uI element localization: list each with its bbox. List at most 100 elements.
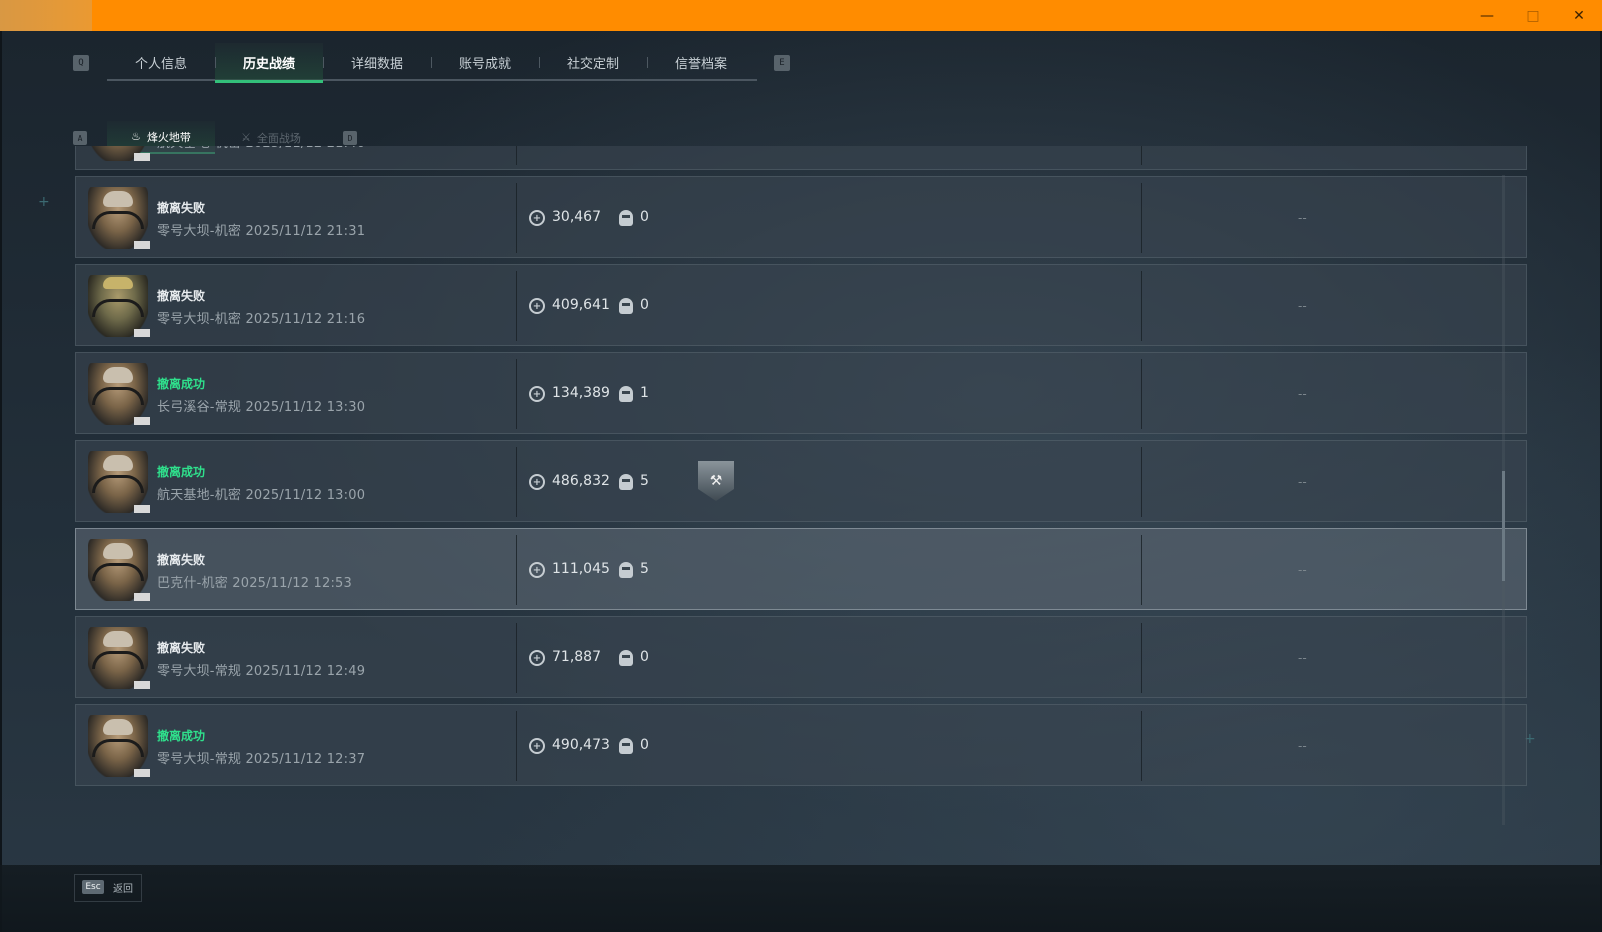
skull-kills-icon: [619, 650, 633, 666]
footer-bar: [0, 865, 1602, 932]
avatar-hair: [103, 543, 133, 559]
extraction-status: 撤离失败: [157, 553, 206, 567]
match-meta: 巴克什-机密 2025/11/12 12:53: [157, 572, 352, 591]
loot-value: 30,467: [552, 209, 601, 225]
match-row[interactable]: 撤离失败 零号大坝-机密 2025/11/12 21:31 +30,467 0 --: [75, 176, 1527, 258]
avatar-badge: [134, 417, 150, 425]
window-titlebar: — □ ✕: [0, 0, 1602, 31]
column-divider: [1141, 271, 1142, 341]
map-name: 零号大坝-常规: [157, 664, 242, 679]
extraction-status: 撤离成功: [157, 465, 206, 479]
prev-tab-key-hint[interactable]: Q: [73, 55, 89, 71]
extra-info: --: [1298, 387, 1307, 401]
extra-info: --: [1298, 651, 1307, 665]
prev-subtab-key-hint[interactable]: A: [73, 131, 87, 145]
avatar-badge: [134, 593, 150, 601]
tab-2[interactable]: 详细数据: [323, 43, 431, 81]
match-datetime: 2025/11/12 12:49: [245, 664, 366, 679]
subtab-label: 全面战场: [256, 131, 301, 145]
match-row[interactable]: 撤离失败 巴克什-机密 2025/11/12 12:53 +111,045 5 --: [75, 528, 1527, 610]
avatar-hair: [103, 277, 133, 289]
tab-0[interactable]: 个人信息: [107, 43, 215, 81]
extraction-status: 撤离失败: [157, 289, 206, 303]
match-datetime: 2025/11/12 21:40: [245, 146, 365, 151]
achievement-medal-icon[interactable]: ⚒: [698, 461, 734, 501]
match-meta: 长弓溪谷-常规 2025/11/12 13:30: [157, 396, 365, 415]
column-divider: [1141, 146, 1142, 165]
match-row[interactable]: 撤离失败航天基地-机密 2025/11/12 21:40+135,6462--: [75, 146, 1527, 170]
loot-value: 490,473: [552, 737, 610, 753]
tab-5[interactable]: 信誉档案: [647, 43, 755, 81]
kill-count: 0: [640, 209, 649, 225]
column-divider: [1141, 535, 1142, 605]
avatar-badge: [134, 329, 150, 337]
value-coin-icon: +: [529, 738, 545, 754]
operator-avatar: [88, 539, 150, 601]
avatar-hair: [103, 455, 133, 471]
value-coin-icon: +: [529, 562, 545, 578]
skull-kills-icon: [619, 738, 633, 754]
match-meta: 零号大坝-机密 2025/11/12 21:16: [157, 308, 365, 327]
value-coin-icon: +: [529, 474, 545, 490]
minimize-button[interactable]: —: [1464, 0, 1510, 31]
match-meta: 零号大坝-常规 2025/11/12 12:37: [157, 748, 365, 767]
column-divider: [516, 623, 517, 693]
map-name: 零号大坝-机密: [157, 224, 242, 239]
value-coin-icon: +: [529, 298, 545, 314]
map-name: 零号大坝-机密: [157, 312, 242, 327]
map-name: 航天基地-机密: [157, 488, 242, 503]
match-row[interactable]: 撤离失败 零号大坝-常规 2025/11/12 12:49 +71,887 0 --: [75, 616, 1527, 698]
column-divider: [1141, 447, 1142, 517]
match-meta: 零号大坝-常规 2025/11/12 12:49: [157, 660, 365, 679]
next-tab-key-hint[interactable]: E: [774, 55, 790, 71]
extraction-status: 撤离成功: [157, 729, 206, 743]
match-row[interactable]: 撤离成功 航天基地-机密 2025/11/12 13:00 +486,832 5 ⚒ --: [75, 440, 1527, 522]
extraction-status: 撤离失败: [157, 641, 206, 655]
tab-4[interactable]: 社交定制: [539, 43, 647, 81]
column-divider: [516, 146, 517, 165]
column-divider: [1141, 711, 1142, 781]
loot-value: 111,045: [552, 561, 610, 577]
tab-3[interactable]: 账号成就: [431, 43, 539, 81]
match-row[interactable]: 撤离成功 零号大坝-常规 2025/11/12 12:37 +490,473 0 --: [75, 704, 1527, 786]
map-name: 长弓溪谷-常规: [157, 400, 242, 415]
esc-key-hint: Esc: [82, 880, 104, 894]
avatar-hair: [103, 719, 133, 735]
avatar-hair: [103, 367, 133, 383]
skull-kills-icon: [619, 386, 633, 402]
column-divider: [516, 183, 517, 253]
match-datetime: 2025/11/12 21:16: [245, 312, 366, 327]
map-name: 航天基地-机密: [157, 146, 241, 151]
operator-avatar: [88, 363, 150, 425]
column-divider: [1141, 623, 1142, 693]
kill-count: 5: [640, 473, 649, 489]
match-datetime: 2025/11/12 21:31: [245, 224, 366, 239]
loot-value: 134,389: [552, 385, 610, 401]
loot-value: 486,832: [552, 473, 610, 489]
crosshair-deco-icon: +: [38, 194, 50, 210]
skull-kills-icon: [619, 562, 633, 578]
match-meta: 零号大坝-机密 2025/11/12 21:31: [157, 220, 365, 239]
subtab-label: 烽火地带: [146, 130, 191, 144]
close-button[interactable]: ✕: [1556, 0, 1602, 31]
tab-1[interactable]: 历史战绩: [215, 43, 323, 83]
kill-count: 0: [640, 649, 649, 665]
operator-avatar: [88, 715, 150, 777]
back-label: 返回: [113, 884, 133, 895]
match-history-list[interactable]: 撤离失败航天基地-机密 2025/11/12 21:40+135,6462-- 撤…: [75, 146, 1533, 846]
avatar-headset: [92, 299, 144, 317]
scrollbar-thumb[interactable]: [1502, 471, 1505, 581]
extra-info: --: [1298, 211, 1307, 225]
maximize-button[interactable]: □: [1510, 0, 1556, 31]
extraction-status: 撤离失败: [157, 201, 206, 215]
match-row[interactable]: 撤离成功 长弓溪谷-常规 2025/11/12 13:30 +134,389 1 --: [75, 352, 1527, 434]
avatar-headset: [92, 651, 144, 669]
match-datetime: 2025/11/12 13:30: [245, 400, 366, 415]
next-subtab-key-hint[interactable]: D: [343, 131, 357, 145]
column-divider: [1141, 359, 1142, 429]
value-coin-icon: +: [529, 386, 545, 402]
extraction-status: 撤离成功: [157, 377, 206, 391]
match-datetime: 2025/11/12 12:53: [232, 576, 352, 591]
avatar-hair: [103, 191, 133, 207]
match-row[interactable]: 撤离失败 零号大坝-机密 2025/11/12 21:16 +409,641 0 --: [75, 264, 1527, 346]
